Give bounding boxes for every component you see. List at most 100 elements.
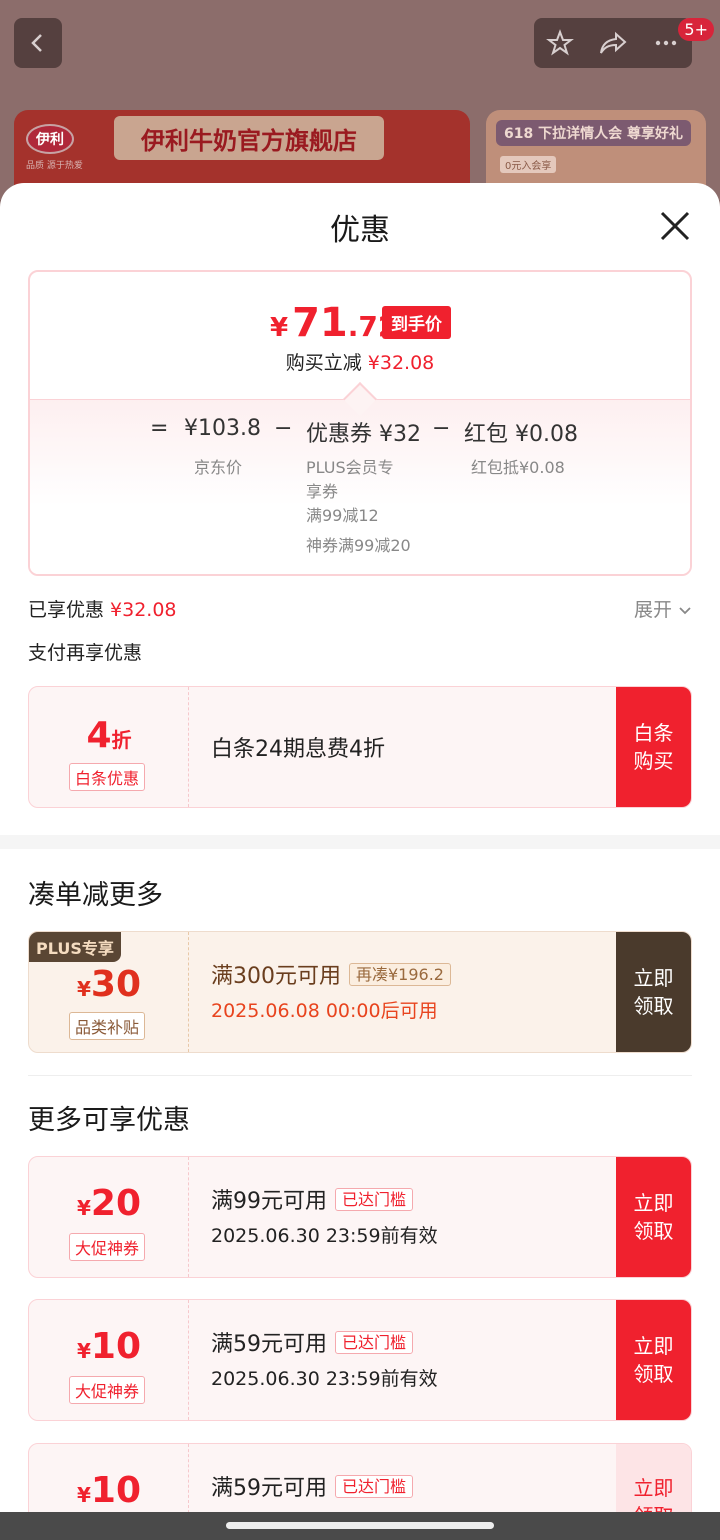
baitiao-buy-button[interactable]: 白条 购买 [616, 687, 691, 807]
enjoyed-discount: 已享优惠 ¥32.08 [28, 595, 177, 622]
promo-sub: 0元入会享 [500, 156, 557, 173]
baitiao-description: 白条24期息费4折 [211, 737, 385, 762]
coupon-condition: 满99元可用 已达门槛 [211, 1183, 414, 1215]
action-line: 领取 [633, 1219, 674, 1243]
claim-button[interactable]: 立即领取 [616, 1300, 691, 1420]
chevron-down-icon [679, 607, 691, 615]
claim-button[interactable]: 立即领取 [616, 1157, 691, 1277]
action-line: 购买 [633, 749, 674, 773]
expand-label: 展开 [633, 599, 672, 621]
more-icon[interactable] [652, 29, 680, 57]
coupon-chip: 已达门槛 [335, 1188, 414, 1211]
action-line: 白条 [633, 721, 674, 745]
expand-toggle[interactable]: 展开 [634, 595, 692, 622]
saving-label: 购买立减 [285, 352, 362, 374]
coupon-currency: ¥ [76, 977, 91, 1001]
coupon-condition: 满59元可用 已达门槛 [211, 1326, 414, 1358]
pay-more-title: 支付再享优惠 [28, 642, 143, 664]
coupon-currency: ¥ [76, 1483, 91, 1507]
discount-number: 4 [86, 715, 112, 756]
section-title-more-offers: 更多可享优惠 [28, 1105, 190, 1136]
base-price-label: 京东价 [194, 458, 243, 477]
home-indicator[interactable] [226, 1522, 494, 1529]
action-line: 立即 [633, 1191, 674, 1215]
baitiao-offer: 4折 白条优惠 白条24期息费4折 白条购买 [28, 686, 692, 808]
minus-sign: − [274, 416, 293, 441]
action-line: 立即 [633, 966, 674, 990]
claim-button[interactable]: 立即领取 [616, 932, 691, 1052]
coupon-detail-line: 满99减12 [306, 506, 379, 525]
coupon-card: ¥20 大促神券 满99元可用 已达门槛 2025.06.30 23:59前有效 … [28, 1156, 692, 1278]
coupon-chip: 已达门槛 [335, 1475, 414, 1498]
coupon-detail-line: PLUS会员专 [306, 458, 394, 477]
minus-sign: − [432, 416, 451, 441]
coupon-condition-text: 满300元可用 [211, 964, 341, 989]
coupon-amount: ¥10 [29, 1470, 189, 1511]
coupon-validity: 2025.06.08 00:00后可用 [211, 1000, 438, 1022]
coupon-condition-text: 满59元可用 [211, 1476, 327, 1501]
discount-unit: 折 [111, 728, 132, 752]
final-price-integer: 71 [292, 300, 348, 346]
coupon-value: 20 [90, 1183, 142, 1224]
plus-coupon: PLUS专享 ¥30 品类补贴 满300元可用 再凑¥196.2 2025.06.… [28, 931, 692, 1053]
share-icon[interactable] [598, 29, 628, 57]
coupon-condition-text: 满59元可用 [211, 1332, 327, 1357]
redpack-deduction: 红包 ¥0.08 [464, 422, 578, 447]
coupon-chip: 已达门槛 [335, 1331, 414, 1354]
store-page-background: 5+ 伊利 品质 源于热爱 伊利牛奶官方旗舰店 618 下拉详情人会 尊享好礼 … [0, 0, 720, 200]
divider [28, 1075, 692, 1076]
store-logo: 伊利 [26, 124, 74, 154]
coupon-detail-line: 享券 [306, 482, 339, 501]
baitiao-tag: 白条优惠 [69, 763, 146, 791]
discount-sheet: 优惠 ¥ 71 .72 到手价 购买立减 ¥32.08 = ¥103.8 − 优惠… [0, 183, 720, 1540]
coupon-currency: ¥ [76, 1339, 91, 1363]
store-logo-sub: 品质 源于热爱 [26, 161, 83, 171]
coupon-validity: 2025.06.30 23:59前有效 [211, 1368, 438, 1390]
price-equation: = ¥103.8 − 优惠券 ¥32 − 红包 ¥0.08 京东价 PLUS会员… [30, 399, 690, 574]
coupon-tag: 大促神券 [69, 1376, 146, 1404]
coupon-amount: ¥30 [29, 964, 189, 1005]
redpack-label: 红包抵¥0.08 [471, 458, 565, 477]
coupon-tag: 大促神券 [69, 1233, 146, 1261]
store-banner-title: 伊利牛奶官方旗舰店 [114, 116, 384, 160]
action-line: 领取 [633, 1362, 674, 1386]
coupon-detail: PLUS会员专 享券 满99减12 神券满99减20 [306, 456, 411, 558]
coupon-value: 10 [90, 1470, 142, 1511]
final-price-tag: 到手价 [382, 306, 451, 339]
close-icon[interactable] [658, 209, 692, 243]
price-breakdown-card: ¥ 71 .72 到手价 购买立减 ¥32.08 = ¥103.8 − 优惠券 ¥… [28, 270, 692, 576]
section-divider [0, 835, 720, 849]
coupon-condition: 满300元可用 再凑¥196.2 [211, 958, 451, 990]
action-line: 立即 [633, 1334, 674, 1358]
final-price: ¥ 71 .72 [270, 300, 397, 346]
nav-action-group [534, 18, 692, 68]
sheet-title: 优惠 [330, 213, 390, 248]
section-title-more-order: 凑单减更多 [28, 880, 163, 911]
back-button[interactable] [14, 18, 62, 68]
action-line: 立即 [633, 1476, 674, 1500]
coupon-amount: ¥20 [29, 1183, 189, 1224]
action-line: 领取 [633, 994, 674, 1018]
star-icon[interactable] [546, 29, 574, 57]
coupon-value: 10 [90, 1326, 142, 1367]
coupon-card: ¥10 大促神券 满59元可用 已达门槛 2025.06.30 23:59前有效 … [28, 1299, 692, 1421]
coupon-validity: 2025.06.30 23:59前有效 [211, 1225, 438, 1247]
instant-saving: 购买立减 ¥32.08 [30, 348, 690, 375]
coupon-tag: 品类补贴 [69, 1012, 146, 1040]
coupon-deduction: 优惠券 ¥32 [306, 422, 421, 447]
coupon-detail-line: 神券满99减20 [306, 536, 411, 555]
final-price-symbol: ¥ [270, 313, 289, 343]
baitiao-discount: 4折 [29, 715, 189, 756]
coupon-chip: 再凑¥196.2 [349, 963, 451, 986]
home-indicator-bar [0, 1512, 720, 1540]
coupon-condition-text: 满99元可用 [211, 1189, 327, 1214]
chevron-left-icon [31, 34, 42, 52]
notification-badge: 5+ [678, 18, 714, 41]
enjoyed-value: ¥32.08 [110, 599, 177, 621]
promo-title: 618 下拉详情人会 尊享好礼 [496, 120, 691, 146]
enjoyed-label: 已享优惠 [28, 599, 105, 621]
equals-sign: = [150, 416, 169, 441]
coupon-amount: ¥10 [29, 1326, 189, 1367]
coupon-currency: ¥ [76, 1196, 91, 1220]
base-price: ¥103.8 [184, 416, 261, 441]
